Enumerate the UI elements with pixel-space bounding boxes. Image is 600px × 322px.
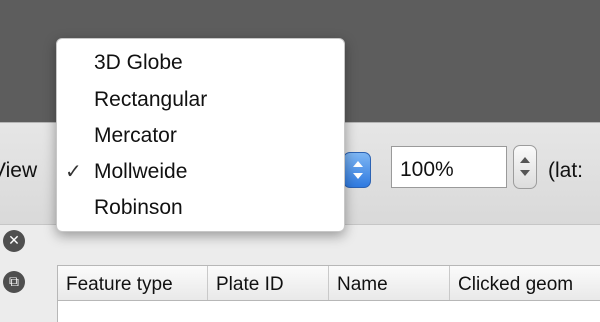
menu-item-3d-globe[interactable]: 3D Globe [94,51,183,75]
feature-table: Feature type Plate ID Name Clicked geom [57,265,600,322]
menu-item-mollweide[interactable]: Mollweide [94,160,187,184]
zoom-stepper[interactable] [513,145,537,189]
zoom-input[interactable]: 100% [391,146,507,188]
projection-menu: 3D Globe Rectangular Mercator ✓ Mollweid… [56,38,345,232]
close-icon[interactable]: ✕ [3,230,25,252]
menu-item-mercator[interactable]: Mercator [94,124,177,148]
view-label: View [0,159,38,182]
chevron-down-icon [353,173,363,179]
zoom-up-icon[interactable] [520,157,530,163]
projection-popup-button[interactable] [343,152,371,188]
restore-icon[interactable]: ⧉ [3,271,25,293]
menu-item-rectangular[interactable]: Rectangular [94,88,207,112]
column-header-feature-type[interactable]: Feature type [58,266,208,300]
column-header-clicked-geometry[interactable]: Clicked geom [450,266,600,300]
checkmark-icon: ✓ [65,159,82,183]
coordinate-label: (lat: [548,159,584,182]
zoom-down-icon[interactable] [520,170,530,176]
column-header-name[interactable]: Name [329,266,450,300]
chevron-up-icon [353,161,363,167]
menu-item-robinson[interactable]: Robinson [94,196,183,220]
table-header-row: Feature type Plate ID Name Clicked geom [58,266,600,301]
column-header-plate-id[interactable]: Plate ID [208,266,329,300]
